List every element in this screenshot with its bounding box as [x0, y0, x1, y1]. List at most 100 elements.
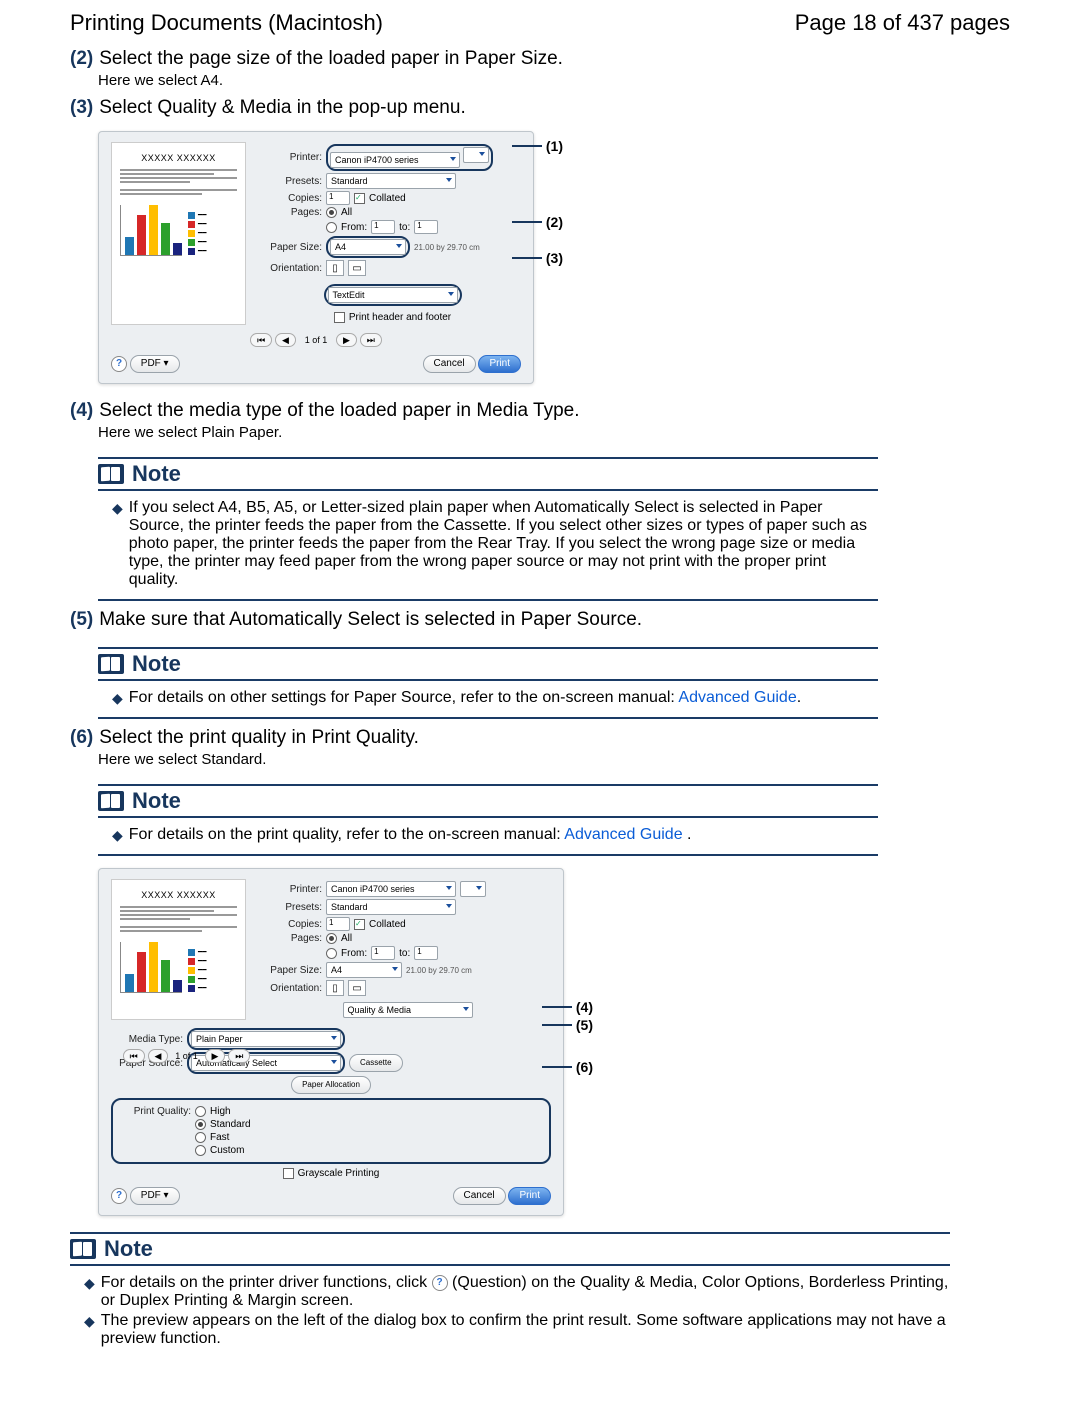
step-sub-4: Here we select Plain Paper. — [98, 424, 1010, 441]
grayscale-checkbox[interactable] — [283, 1168, 294, 1179]
pager-next[interactable]: ▶ — [336, 333, 357, 347]
step-text-4: Select the media type of the loaded pape… — [99, 400, 579, 422]
printer-extra-icon[interactable] — [463, 147, 489, 163]
note-text-3: For details on the print quality, refer … — [129, 826, 565, 843]
pager-first-2[interactable]: ⏮ — [123, 1049, 145, 1063]
pq-custom-radio[interactable] — [195, 1145, 206, 1156]
pages-all-radio-2[interactable] — [326, 933, 337, 944]
printer-label: Printer: — [264, 152, 322, 163]
panel-dropdown-quality[interactable]: Quality & Media — [343, 1002, 473, 1018]
papersize-dim: 21.00 by 29.70 cm — [414, 243, 480, 252]
pager-prev[interactable]: ◀ — [275, 333, 296, 347]
papersize-dropdown-2[interactable]: A4 — [326, 962, 402, 978]
orientation-landscape-button[interactable]: ▭ — [348, 260, 366, 276]
step-4: (4) Select the media type of the loaded … — [70, 400, 1010, 422]
page-indicator: Page 18 of 437 pages — [795, 10, 1010, 36]
from-input-2[interactable]: 1 — [371, 946, 395, 960]
pages-all-label-2: All — [341, 933, 352, 944]
pages-all-radio[interactable] — [326, 207, 337, 218]
pager-last-2[interactable]: ⏭ — [228, 1049, 250, 1063]
question-icon: ? — [432, 1275, 448, 1291]
papersize-label-2: Paper Size: — [264, 965, 322, 976]
step-num-6: (6) — [70, 727, 93, 749]
pdf-button-2[interactable]: PDF ▾ — [130, 1187, 180, 1205]
papersize-dropdown[interactable]: A4 — [330, 239, 406, 255]
to-input[interactable]: 1 — [414, 220, 438, 234]
to-input-2[interactable]: 1 — [414, 946, 438, 960]
collated-checkbox[interactable] — [354, 193, 365, 204]
copies-input-2[interactable]: 1 — [326, 917, 350, 931]
step-sub-6: Here we select Standard. — [98, 751, 1010, 768]
to-label-2: to: — [399, 948, 410, 959]
cancel-button[interactable]: Cancel — [423, 355, 476, 373]
orientation-portrait-button-2[interactable]: ▯ — [326, 980, 344, 996]
pq-standard-radio[interactable] — [195, 1119, 206, 1130]
advanced-guide-link-1[interactable]: Advanced Guide — [678, 689, 796, 706]
pages-label: Pages: — [264, 207, 322, 218]
orientation-label: Orientation: — [264, 263, 322, 274]
pdf-button[interactable]: PDF ▾ — [130, 355, 180, 373]
pager-first[interactable]: ⏮ — [250, 333, 272, 347]
from-input[interactable]: 1 — [371, 220, 395, 234]
from-label: From: — [341, 222, 367, 233]
print-button[interactable]: Print — [478, 355, 521, 373]
note-block-3: Note ◆ For details on the print quality,… — [98, 784, 878, 856]
note-text-4b: The preview appears on the left of the d… — [101, 1312, 950, 1348]
mediatype-dropdown[interactable]: Plain Paper — [191, 1031, 341, 1047]
pages-from-radio[interactable] — [326, 222, 337, 233]
copies-input[interactable]: 1 — [326, 191, 350, 205]
paper-allocation-button[interactable]: Paper Allocation — [291, 1076, 371, 1094]
pager-last[interactable]: ⏭ — [360, 333, 382, 347]
pq-fast-radio[interactable] — [195, 1132, 206, 1143]
note-icon — [70, 1239, 96, 1259]
printer-dropdown[interactable]: Canon iP4700 series — [330, 152, 460, 168]
presets-label-2: Presets: — [264, 902, 322, 913]
step-num-4: (4) — [70, 400, 93, 422]
step-text-6: Select the print quality in Print Qualit… — [99, 727, 419, 749]
note-icon — [98, 654, 124, 674]
pager-prev-2[interactable]: ◀ — [148, 1049, 169, 1063]
pq-high-radio[interactable] — [195, 1106, 206, 1117]
step-6: (6) Select the print quality in Print Qu… — [70, 727, 1010, 749]
callout-2: (2) — [546, 214, 563, 230]
orientation-portrait-button[interactable]: ▯ — [326, 260, 344, 276]
note-icon — [98, 464, 124, 484]
pager-next-2[interactable]: ▶ — [205, 1049, 226, 1063]
preview-pane-2: XXXXX XXXXXX ━━ ━━ ━━ — [111, 879, 246, 1020]
print-header-footer-checkbox[interactable] — [334, 312, 345, 323]
printer-dropdown-2[interactable]: Canon iP4700 series — [326, 881, 456, 897]
bullet-icon: ◆ — [112, 499, 123, 589]
cancel-button-2[interactable]: Cancel — [453, 1187, 506, 1205]
presets-dropdown-2[interactable]: Standard — [326, 899, 456, 915]
help-icon[interactable]: ? — [111, 356, 127, 372]
preview-pager: ⏮ ◀ 1 of 1 ▶ ⏭ — [111, 333, 521, 347]
pager-text-2: 1 of 1 — [175, 1051, 198, 1061]
presets-dropdown[interactable]: Standard — [326, 173, 456, 189]
callout-5: (5) — [576, 1017, 593, 1033]
step-2: (2) Select the page size of the loaded p… — [70, 48, 1010, 70]
pq-standard-label: Standard — [210, 1119, 251, 1130]
pq-custom-label: Custom — [210, 1145, 244, 1156]
print-button-2[interactable]: Print — [508, 1187, 551, 1205]
help-icon-2[interactable]: ? — [111, 1188, 127, 1204]
pq-fast-label: Fast — [210, 1132, 229, 1143]
printer-extra-icon-2[interactable] — [460, 881, 486, 897]
step-num-2: (2) — [70, 48, 93, 70]
from-label-2: From: — [341, 948, 367, 959]
collated-label: Collated — [369, 193, 406, 204]
grayscale-label: Grayscale Printing — [298, 1168, 380, 1179]
printquality-label: Print Quality: — [119, 1106, 191, 1117]
step-text-3: Select Quality & Media in the pop-up men… — [99, 97, 465, 119]
note-block-1: Note ◆ If you select A4, B5, A5, or Lett… — [98, 457, 878, 601]
step-num-3: (3) — [70, 97, 93, 119]
step-text-2: Select the page size of the loaded paper… — [99, 48, 563, 70]
orientation-landscape-button-2[interactable]: ▭ — [348, 980, 366, 996]
step-text-5: Make sure that Automatically Select is s… — [99, 609, 642, 631]
collated-checkbox-2[interactable] — [354, 919, 365, 930]
cassette-button[interactable]: Cassette — [349, 1054, 403, 1072]
advanced-guide-link-2[interactable]: Advanced Guide — [564, 826, 682, 843]
panel-dropdown-textedit[interactable]: TextEdit — [328, 287, 458, 303]
pages-from-radio-2[interactable] — [326, 948, 337, 959]
mediatype-label: Media Type: — [111, 1034, 183, 1045]
pages-all-label: All — [341, 207, 352, 218]
